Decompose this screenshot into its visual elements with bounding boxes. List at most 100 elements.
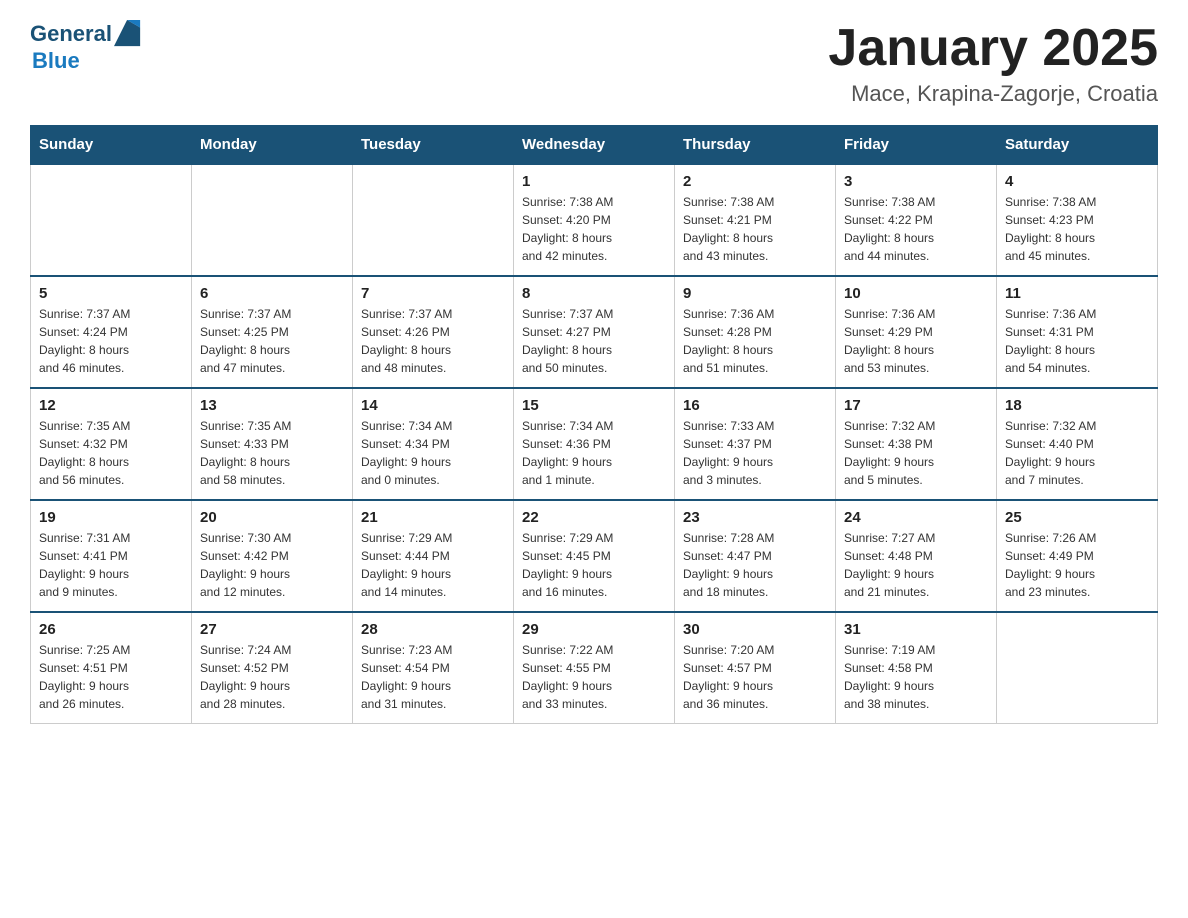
calendar-cell: 8 Sunrise: 7:37 AMSunset: 4:27 PMDaylight… <box>514 276 675 388</box>
calendar-cell: 1 Sunrise: 7:38 AMSunset: 4:20 PMDaylight… <box>514 164 675 276</box>
day-info: Sunrise: 7:38 AMSunset: 4:21 PMDaylight:… <box>683 193 827 265</box>
day-number: 18 <box>1005 397 1149 414</box>
calendar-cell: 10 Sunrise: 7:36 AMSunset: 4:29 PMDayligh… <box>836 276 997 388</box>
calendar-header-row: SundayMondayTuesdayWednesdayThursdayFrid… <box>31 126 1158 165</box>
calendar-week-row: 12Sunrise: 7:35 AMSunset: 4:32 PMDayligh… <box>31 388 1158 500</box>
calendar-cell: 7Sunrise: 7:37 AMSunset: 4:26 PMDaylight… <box>353 276 514 388</box>
calendar-cell: 5Sunrise: 7:37 AMSunset: 4:24 PMDaylight… <box>31 276 192 388</box>
day-info: Sunrise: 7:35 AMSunset: 4:33 PMDaylight:… <box>200 417 344 489</box>
calendar-table: SundayMondayTuesdayWednesdayThursdayFrid… <box>30 125 1158 724</box>
calendar-cell: 15Sunrise: 7:34 AMSunset: 4:36 PMDayligh… <box>514 388 675 500</box>
calendar-cell: 24 Sunrise: 7:27 AMSunset: 4:48 PMDayligh… <box>836 500 997 612</box>
calendar-cell: 25 Sunrise: 7:26 AMSunset: 4:49 PMDayligh… <box>997 500 1158 612</box>
logo-icon <box>114 20 142 48</box>
day-info: Sunrise: 7:38 AMSunset: 4:20 PMDaylight:… <box>522 193 666 265</box>
day-info: Sunrise: 7:36 AMSunset: 4:29 PMDaylight:… <box>844 305 988 377</box>
day-number: 13 <box>200 397 344 414</box>
logo-general: General <box>30 23 112 45</box>
day-info: Sunrise: 7:38 AMSunset: 4:22 PMDaylight:… <box>844 193 988 265</box>
logo-blue-text: Blue <box>32 48 80 74</box>
calendar-cell: 14 Sunrise: 7:34 AMSunset: 4:34 PMDayligh… <box>353 388 514 500</box>
calendar-week-row: 5Sunrise: 7:37 AMSunset: 4:24 PMDaylight… <box>31 276 1158 388</box>
day-info: Sunrise: 7:38 AMSunset: 4:23 PMDaylight:… <box>1005 193 1149 265</box>
calendar-cell: 22 Sunrise: 7:29 AMSunset: 4:45 PMDayligh… <box>514 500 675 612</box>
day-number: 21 <box>361 509 505 526</box>
day-info: Sunrise: 7:24 AMSunset: 4:52 PMDaylight:… <box>200 641 344 713</box>
day-number: 28 <box>361 621 505 638</box>
day-number: 22 <box>522 509 666 526</box>
day-info: Sunrise: 7:25 AMSunset: 4:51 PMDaylight:… <box>39 641 183 713</box>
day-info: Sunrise: 7:19 AMSunset: 4:58 PMDaylight:… <box>844 641 988 713</box>
day-info: Sunrise: 7:22 AMSunset: 4:55 PMDaylight:… <box>522 641 666 713</box>
day-number: 27 <box>200 621 344 638</box>
day-number: 15 <box>522 397 666 414</box>
day-header-saturday: Saturday <box>997 126 1158 165</box>
day-info: Sunrise: 7:20 AMSunset: 4:57 PMDaylight:… <box>683 641 827 713</box>
day-number: 1 <box>522 173 666 190</box>
day-info: Sunrise: 7:37 AMSunset: 4:25 PMDaylight:… <box>200 305 344 377</box>
calendar-cell <box>192 164 353 276</box>
day-number: 26 <box>39 621 183 638</box>
calendar-cell: 17 Sunrise: 7:32 AMSunset: 4:38 PMDayligh… <box>836 388 997 500</box>
day-number: 25 <box>1005 509 1149 526</box>
day-number: 11 <box>1005 285 1149 302</box>
calendar-cell: 12Sunrise: 7:35 AMSunset: 4:32 PMDayligh… <box>31 388 192 500</box>
day-info: Sunrise: 7:23 AMSunset: 4:54 PMDaylight:… <box>361 641 505 713</box>
day-number: 24 <box>844 509 988 526</box>
day-number: 19 <box>39 509 183 526</box>
day-info: Sunrise: 7:27 AMSunset: 4:48 PMDaylight:… <box>844 529 988 601</box>
day-header-thursday: Thursday <box>675 126 836 165</box>
day-info: Sunrise: 7:32 AMSunset: 4:40 PMDaylight:… <box>1005 417 1149 489</box>
calendar-week-row: 1 Sunrise: 7:38 AMSunset: 4:20 PMDaylight… <box>31 164 1158 276</box>
day-number: 10 <box>844 285 988 302</box>
calendar-cell: 28 Sunrise: 7:23 AMSunset: 4:54 PMDayligh… <box>353 612 514 724</box>
title-area: January 2025 Mace, Krapina-Zagorje, Croa… <box>828 20 1158 107</box>
day-info: Sunrise: 7:29 AMSunset: 4:44 PMDaylight:… <box>361 529 505 601</box>
day-header-friday: Friday <box>836 126 997 165</box>
day-info: Sunrise: 7:31 AMSunset: 4:41 PMDaylight:… <box>39 529 183 601</box>
day-header-monday: Monday <box>192 126 353 165</box>
calendar-cell: 6 Sunrise: 7:37 AMSunset: 4:25 PMDaylight… <box>192 276 353 388</box>
day-header-sunday: Sunday <box>31 126 192 165</box>
day-info: Sunrise: 7:34 AMSunset: 4:34 PMDaylight:… <box>361 417 505 489</box>
day-info: Sunrise: 7:26 AMSunset: 4:49 PMDaylight:… <box>1005 529 1149 601</box>
day-number: 9 <box>683 285 827 302</box>
day-number: 29 <box>522 621 666 638</box>
calendar-cell: 26 Sunrise: 7:25 AMSunset: 4:51 PMDayligh… <box>31 612 192 724</box>
calendar-cell: 20Sunrise: 7:30 AMSunset: 4:42 PMDayligh… <box>192 500 353 612</box>
day-header-wednesday: Wednesday <box>514 126 675 165</box>
day-header-tuesday: Tuesday <box>353 126 514 165</box>
page-subtitle: Mace, Krapina-Zagorje, Croatia <box>828 81 1158 107</box>
day-info: Sunrise: 7:30 AMSunset: 4:42 PMDaylight:… <box>200 529 344 601</box>
logo: General Blue <box>30 20 142 74</box>
day-number: 30 <box>683 621 827 638</box>
calendar-cell: 13 Sunrise: 7:35 AMSunset: 4:33 PMDayligh… <box>192 388 353 500</box>
day-number: 3 <box>844 173 988 190</box>
calendar-cell: 31Sunrise: 7:19 AMSunset: 4:58 PMDayligh… <box>836 612 997 724</box>
calendar-cell: 4 Sunrise: 7:38 AMSunset: 4:23 PMDaylight… <box>997 164 1158 276</box>
day-number: 23 <box>683 509 827 526</box>
calendar-cell: 30 Sunrise: 7:20 AMSunset: 4:57 PMDayligh… <box>675 612 836 724</box>
calendar-cell: 23 Sunrise: 7:28 AMSunset: 4:47 PMDayligh… <box>675 500 836 612</box>
day-number: 16 <box>683 397 827 414</box>
calendar-cell: 2Sunrise: 7:38 AMSunset: 4:21 PMDaylight… <box>675 164 836 276</box>
day-info: Sunrise: 7:37 AMSunset: 4:26 PMDaylight:… <box>361 305 505 377</box>
day-number: 17 <box>844 397 988 414</box>
day-info: Sunrise: 7:29 AMSunset: 4:45 PMDaylight:… <box>522 529 666 601</box>
calendar-cell <box>353 164 514 276</box>
calendar-cell: 29 Sunrise: 7:22 AMSunset: 4:55 PMDayligh… <box>514 612 675 724</box>
calendar-cell: 16Sunrise: 7:33 AMSunset: 4:37 PMDayligh… <box>675 388 836 500</box>
day-info: Sunrise: 7:28 AMSunset: 4:47 PMDaylight:… <box>683 529 827 601</box>
day-info: Sunrise: 7:32 AMSunset: 4:38 PMDaylight:… <box>844 417 988 489</box>
day-number: 14 <box>361 397 505 414</box>
page-title: January 2025 <box>828 20 1158 77</box>
day-number: 5 <box>39 285 183 302</box>
calendar-cell: 11Sunrise: 7:36 AMSunset: 4:31 PMDayligh… <box>997 276 1158 388</box>
day-number: 8 <box>522 285 666 302</box>
day-number: 4 <box>1005 173 1149 190</box>
day-info: Sunrise: 7:37 AMSunset: 4:27 PMDaylight:… <box>522 305 666 377</box>
header: General Blue January 2025 Mace, Krapina-… <box>30 20 1158 107</box>
day-number: 12 <box>39 397 183 414</box>
day-number: 6 <box>200 285 344 302</box>
calendar-cell: 9Sunrise: 7:36 AMSunset: 4:28 PMDaylight… <box>675 276 836 388</box>
